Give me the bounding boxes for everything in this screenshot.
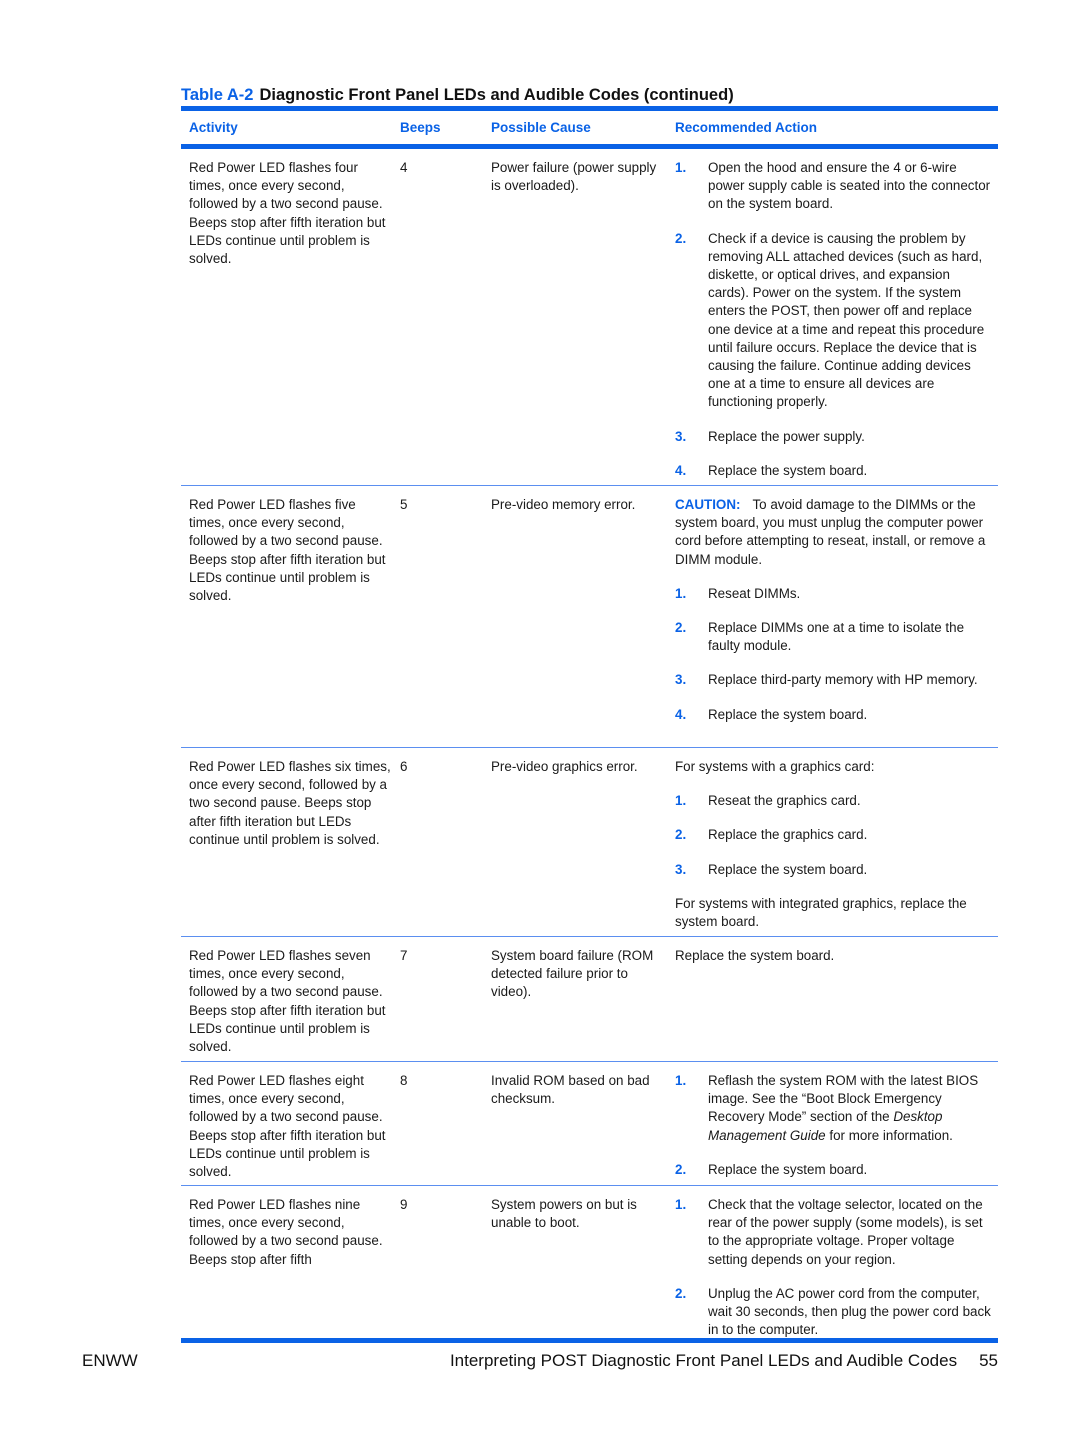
step-text: Replace the system board. bbox=[708, 462, 868, 478]
step-number: 3. bbox=[675, 861, 687, 877]
action-intro: For systems with a graphics card: bbox=[675, 759, 875, 774]
step-text: Replace the system board. bbox=[708, 706, 868, 722]
action-step: 2. Replace the system board. bbox=[675, 1161, 994, 1179]
action-cell: CAUTION: To avoid damage to the DIMMs or … bbox=[666, 486, 998, 747]
action-step: 4. Replace the system board. bbox=[675, 706, 994, 724]
step-number: 3. bbox=[675, 428, 687, 444]
column-header-beeps: Beeps bbox=[400, 120, 441, 135]
step-number: 2. bbox=[675, 1161, 687, 1177]
activity-cell: Red Power LED flashes seven times, once … bbox=[189, 948, 386, 1055]
table-bottom-rule bbox=[181, 1338, 998, 1343]
action-step: 1. Open the hood and ensure the 4 or 6-wi… bbox=[675, 159, 994, 214]
footer-locale-code: ENWW bbox=[82, 1351, 138, 1370]
beeps-cell: 5 bbox=[400, 497, 408, 512]
cause-cell: Power failure (power supply is overloade… bbox=[491, 160, 657, 194]
cause-cell: Pre-video graphics error. bbox=[491, 759, 638, 774]
step-number: 1. bbox=[675, 1073, 687, 1088]
step-number: 2. bbox=[675, 1285, 687, 1301]
table-row: Red Power LED flashes five times, once e… bbox=[181, 486, 998, 748]
action-step: 1. Reseat the graphics card. bbox=[675, 792, 994, 810]
action-outro: For systems with integrated graphics, re… bbox=[675, 895, 967, 930]
activity-cell: Red Power LED flashes eight times, once … bbox=[189, 1073, 386, 1180]
step-text-part: for more information. bbox=[825, 1127, 953, 1143]
step-text: Unplug the AC power cord from the comput… bbox=[708, 1285, 991, 1338]
action-step: 2. Unplug the AC power cord from the comp… bbox=[675, 1285, 994, 1340]
step-text: Reseat DIMMs. bbox=[708, 585, 801, 601]
step-number: 1. bbox=[675, 793, 687, 809]
beeps-cell: 8 bbox=[400, 1073, 408, 1088]
caution-note: CAUTION: To avoid damage to the DIMMs or … bbox=[675, 496, 994, 569]
step-number: 1. bbox=[675, 160, 687, 175]
action-step: 2. Replace DIMMs one at a time to isolate… bbox=[675, 619, 994, 655]
step-text: Open the hood and ensure the 4 or 6-wire… bbox=[708, 160, 991, 212]
step-number: 1. bbox=[675, 585, 687, 601]
action-step: 1. Check that the voltage selector, locat… bbox=[675, 1196, 994, 1269]
cause-cell: Invalid ROM based on bad checksum. bbox=[491, 1073, 650, 1107]
document-page: Table A-2 Diagnostic Front Panel LEDs and… bbox=[181, 84, 998, 1337]
step-text: Check that the voltage selector, located… bbox=[708, 1197, 983, 1267]
table-row: Red Power LED flashes six times, once ev… bbox=[181, 748, 998, 937]
step-text: Reflash the system ROM with the latest B… bbox=[708, 1072, 994, 1145]
step-text: Replace third-party memory with HP memor… bbox=[708, 672, 978, 688]
table-title-text: Diagnostic Front Panel LEDs and Audible … bbox=[259, 86, 734, 104]
table-row: Red Power LED flashes seven times, once … bbox=[181, 937, 998, 1062]
column-header-activity: Activity bbox=[189, 120, 238, 135]
page-number: 55 bbox=[979, 1351, 998, 1370]
action-step: 3. Replace the power supply. bbox=[675, 428, 994, 446]
table-row: Red Power LED flashes four times, once e… bbox=[181, 149, 998, 486]
step-number: 2. bbox=[675, 230, 687, 246]
beeps-cell: 4 bbox=[400, 160, 408, 175]
step-text: Replace the power supply. bbox=[708, 428, 865, 444]
step-text: Replace DIMMs one at a time to isolate t… bbox=[708, 620, 965, 654]
cause-cell: Pre-video memory error. bbox=[491, 497, 636, 512]
table-header-row: Activity Beeps Possible Cause Recommende… bbox=[181, 111, 998, 144]
action-step: 3. Replace the system board. bbox=[675, 861, 994, 879]
activity-cell: Red Power LED flashes four times, once e… bbox=[189, 160, 386, 267]
beeps-cell: 6 bbox=[400, 759, 408, 774]
action-step: 4. Replace the system board. bbox=[675, 462, 994, 480]
activity-cell: Red Power LED flashes five times, once e… bbox=[189, 497, 386, 604]
column-header-possible-cause: Possible Cause bbox=[491, 120, 591, 135]
table-label: Table A-2 bbox=[181, 86, 254, 104]
footer-section-title: Interpreting POST Diagnostic Front Panel… bbox=[449, 1351, 958, 1370]
cause-cell: System powers on but is unable to boot. bbox=[491, 1197, 637, 1231]
step-number: 1. bbox=[675, 1197, 687, 1212]
step-text: Check if a device is causing the problem… bbox=[708, 230, 985, 410]
step-number: 4. bbox=[675, 706, 687, 722]
action-step: 1. Reseat DIMMs. bbox=[675, 585, 994, 603]
step-number: 3. bbox=[675, 672, 687, 688]
table-row: Red Power LED flashes eight times, once … bbox=[181, 1062, 998, 1186]
step-text: Reseat the graphics card. bbox=[708, 793, 861, 809]
table-row: Red Power LED flashes nine times, once e… bbox=[181, 1186, 998, 1337]
action-cell: 1. Reflash the system ROM with the latest… bbox=[666, 1062, 998, 1185]
activity-cell: Red Power LED flashes nine times, once e… bbox=[189, 1197, 383, 1267]
step-text: Replace the system board. bbox=[708, 861, 868, 877]
action-step: 2. Replace the graphics card. bbox=[675, 826, 994, 844]
action-cell: 1. Open the hood and ensure the 4 or 6-wi… bbox=[666, 149, 998, 485]
action-cell: Replace the system board. bbox=[675, 948, 835, 963]
footer-section: Interpreting POST Diagnostic Front Panel… bbox=[450, 1351, 998, 1371]
cause-cell: System board failure (ROM detected failu… bbox=[491, 948, 654, 1000]
activity-cell: Red Power LED flashes six times, once ev… bbox=[189, 759, 391, 847]
action-step: 2. Check if a device is causing the probl… bbox=[675, 230, 994, 412]
caution-label: CAUTION: bbox=[675, 497, 741, 512]
action-cell: For systems with a graphics card: 1. Rese… bbox=[666, 748, 998, 936]
beeps-cell: 9 bbox=[400, 1197, 408, 1212]
step-number: 4. bbox=[675, 462, 687, 478]
step-text: Replace the graphics card. bbox=[708, 827, 868, 843]
action-step: 1. Reflash the system ROM with the latest… bbox=[675, 1072, 994, 1145]
step-text: Replace the system board. bbox=[708, 1161, 868, 1177]
table-title: Table A-2 Diagnostic Front Panel LEDs and… bbox=[181, 84, 998, 106]
beeps-cell: 7 bbox=[400, 948, 408, 963]
action-step: 3. Replace third-party memory with HP mem… bbox=[675, 671, 994, 689]
action-cell: 1. Check that the voltage selector, locat… bbox=[666, 1186, 998, 1337]
column-header-recommended-action: Recommended Action bbox=[675, 120, 818, 135]
step-number: 2. bbox=[675, 620, 687, 636]
step-number: 2. bbox=[675, 827, 687, 843]
